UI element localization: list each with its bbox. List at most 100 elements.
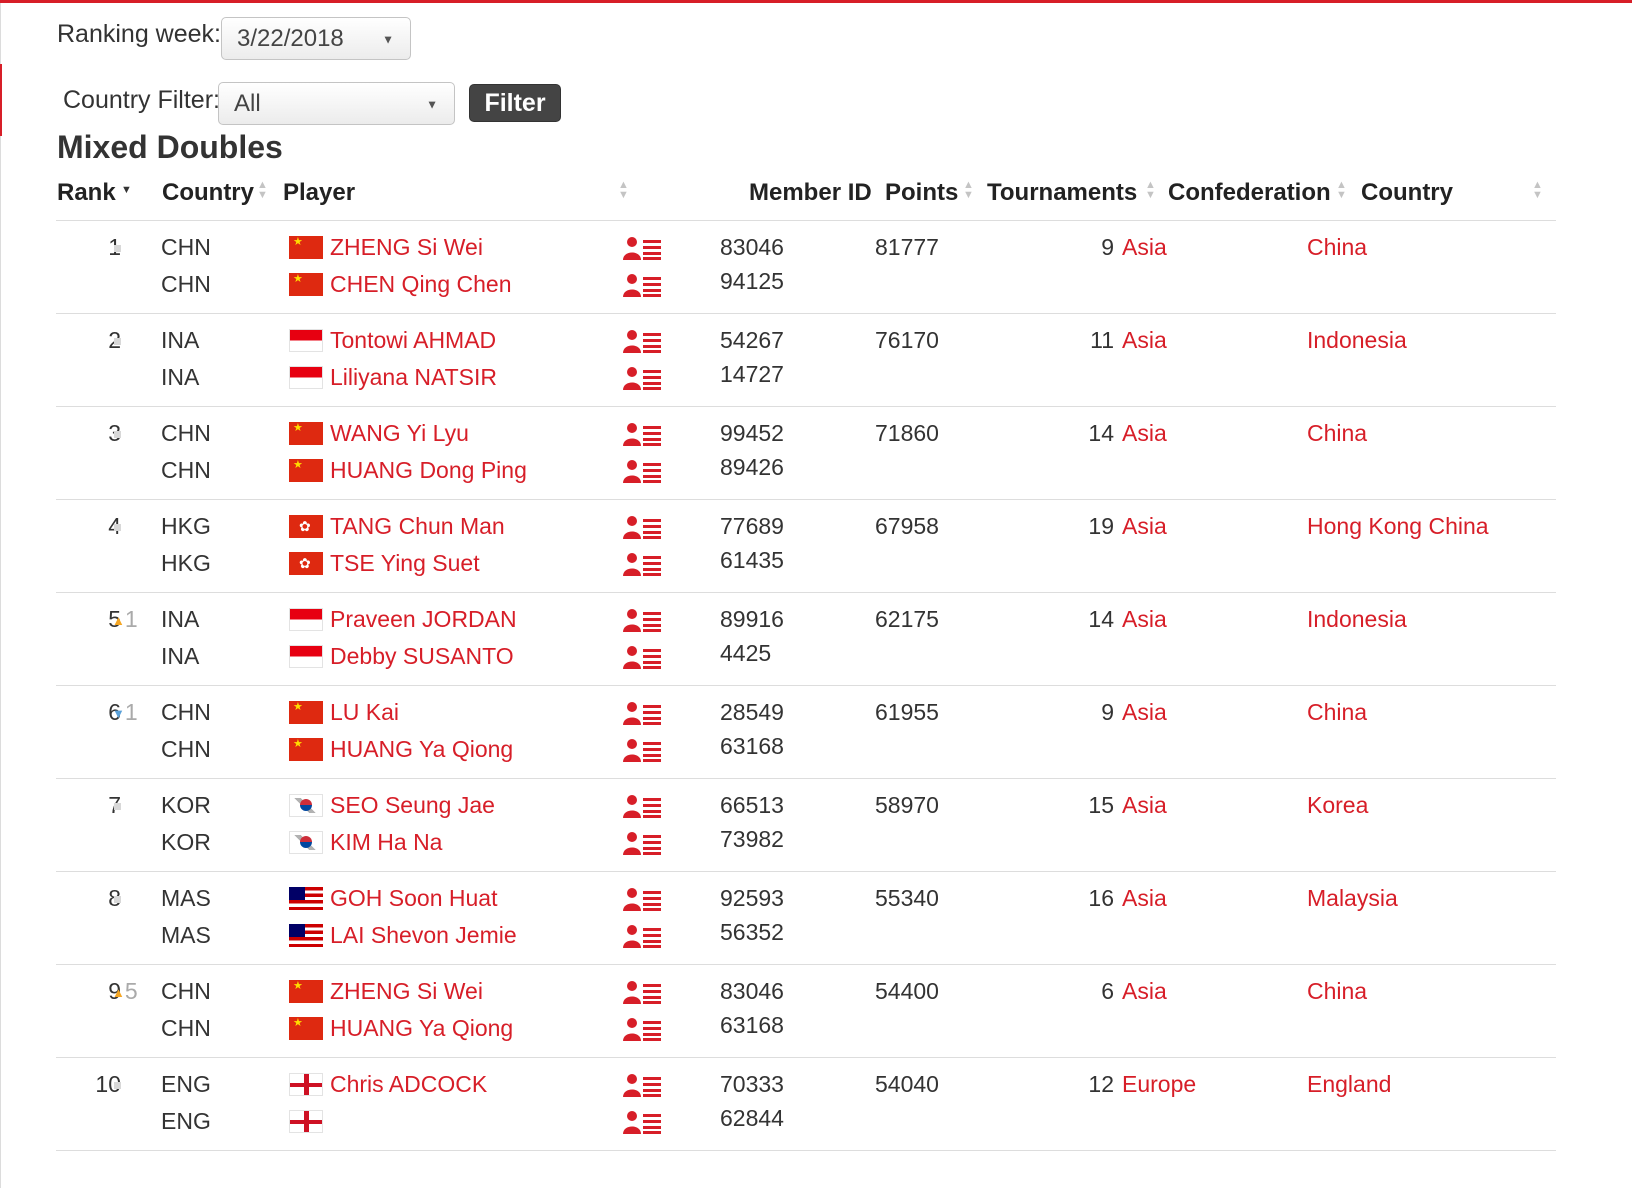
country-link[interactable]: Indonesia	[1307, 326, 1407, 354]
player-profile-icon[interactable]	[623, 1073, 661, 1097]
player-profile-icon[interactable]	[623, 329, 661, 353]
confederation-link[interactable]: Asia	[1122, 977, 1167, 1005]
country-link[interactable]: England	[1307, 1070, 1391, 1098]
player-name-link[interactable]: CHEN Qing Chen	[330, 270, 512, 298]
player-profile-icon[interactable]	[623, 273, 661, 297]
confederation-link[interactable]: Asia	[1122, 512, 1167, 540]
player-name-link[interactable]: LU Kai	[330, 698, 399, 726]
player-name-link[interactable]: Debby SUSANTO	[330, 642, 514, 670]
ranking-week-select[interactable]: 3/22/2018 ▼	[221, 17, 411, 60]
confederation-link[interactable]: Asia	[1122, 605, 1167, 633]
column-header-rank[interactable]: Rank	[57, 179, 116, 207]
tournaments-value: 14	[1088, 606, 1114, 632]
sort-icon[interactable]: ▲ ▼	[963, 180, 974, 201]
player-name-link[interactable]: Tontowi AHMAD	[330, 326, 496, 354]
ranking-week-label: Ranking week:	[57, 20, 221, 48]
confederation-link[interactable]: Europe	[1122, 1070, 1196, 1098]
rank-same-icon	[114, 524, 121, 532]
country-code: ENG	[161, 1071, 211, 1097]
player-profile-icon[interactable]	[623, 831, 661, 855]
player-name-link[interactable]: Chris ADCOCK	[330, 1070, 487, 1098]
kor-flag-icon	[289, 831, 323, 854]
sort-icon[interactable]: ▲ ▼	[257, 180, 268, 201]
points-value: 54040	[875, 1071, 939, 1097]
player-profile-icon[interactable]	[623, 422, 661, 446]
country-link[interactable]: China	[1307, 698, 1367, 726]
confederation-link[interactable]: Asia	[1122, 884, 1167, 912]
player-name-link[interactable]: GOH Soon Huat	[330, 884, 497, 912]
player-name-link[interactable]: TSE Ying Suet	[330, 549, 480, 577]
table-row: 9▲5CHNZHENG Si Wei83046CHNHUANG Ya Qiong…	[56, 964, 1556, 1058]
chn-flag-icon	[289, 459, 323, 482]
player-name-link[interactable]: SEO Seung Jae	[330, 791, 495, 819]
column-header-confederation[interactable]: Confederation	[1168, 179, 1331, 207]
player-name-link[interactable]: ZHENG Si Wei	[330, 233, 483, 261]
rank-movement	[112, 791, 121, 819]
player-profile-icon[interactable]	[623, 645, 661, 669]
player-name-link[interactable]: HUANG Dong Ping	[330, 456, 527, 484]
confederation-link[interactable]: Asia	[1122, 791, 1167, 819]
player-profile-icon[interactable]	[623, 552, 661, 576]
player-name-link[interactable]: Praveen JORDAN	[330, 605, 517, 633]
confederation-link[interactable]: Asia	[1122, 419, 1167, 447]
player-profile-icon[interactable]	[623, 515, 661, 539]
rank-movement	[112, 233, 121, 261]
confederation-link[interactable]: Asia	[1122, 326, 1167, 354]
country-link[interactable]: China	[1307, 419, 1367, 447]
country-link[interactable]: Korea	[1307, 791, 1368, 819]
player-profile-icon[interactable]	[623, 236, 661, 260]
rank-same-icon	[114, 803, 121, 811]
column-header-player[interactable]: Player	[283, 179, 355, 207]
table-row: 7KORSEO Seung Jae66513KORKIM Ha Na739825…	[56, 778, 1556, 872]
player-profile-icon[interactable]	[623, 459, 661, 483]
player-profile-icon[interactable]	[623, 1110, 661, 1134]
country-link[interactable]: China	[1307, 233, 1367, 261]
player-profile-icon[interactable]	[623, 366, 661, 390]
sort-icon[interactable]: ▲ ▼	[1145, 180, 1156, 201]
country-code: CHN	[161, 234, 211, 260]
player-name-link[interactable]: ZHENG Si Wei	[330, 977, 483, 1005]
player-profile-icon[interactable]	[623, 1017, 661, 1041]
player-name-link[interactable]: LAI Shevon Jemie	[330, 921, 517, 949]
sort-icon[interactable]: ▲ ▼	[1336, 180, 1347, 201]
player-name-link[interactable]: TANG Chun Man	[330, 512, 505, 540]
column-header-member-id[interactable]: Member ID	[749, 179, 872, 207]
column-header-points[interactable]: Points	[885, 179, 958, 207]
country-link[interactable]: Hong Kong China	[1307, 512, 1489, 540]
player-name-link[interactable]: HUANG Ya Qiong	[330, 1014, 513, 1042]
ina-flag-icon	[289, 645, 323, 668]
player-profile-icon[interactable]	[623, 980, 661, 1004]
player-profile-icon[interactable]	[623, 887, 661, 911]
column-header-country-name[interactable]: Country	[1361, 179, 1453, 207]
country-link[interactable]: Indonesia	[1307, 605, 1407, 633]
chevron-down-icon: ▼	[426, 97, 438, 112]
sort-icon[interactable]: ▲ ▼	[1532, 180, 1543, 201]
column-header-tournaments[interactable]: Tournaments	[987, 179, 1137, 207]
points-value: 58970	[875, 792, 939, 818]
column-header-country[interactable]: Country	[162, 179, 254, 207]
country-link[interactable]: Malaysia	[1307, 884, 1398, 912]
eng-flag-icon	[289, 1073, 323, 1096]
player-name-link[interactable]: KIM Ha Na	[330, 828, 442, 856]
member-id: 63168	[720, 733, 784, 759]
player-name-link[interactable]: WANG Yi Lyu	[330, 419, 469, 447]
player-name-link[interactable]: HUANG Ya Qiong	[330, 735, 513, 763]
confederation-link[interactable]: Asia	[1122, 233, 1167, 261]
sort-icon[interactable]: ▲ ▼	[618, 180, 629, 201]
player-profile-icon[interactable]	[623, 608, 661, 632]
member-id: 63168	[720, 1012, 784, 1038]
player-profile-icon[interactable]	[623, 701, 661, 725]
country-link[interactable]: China	[1307, 977, 1367, 1005]
chn-flag-icon	[289, 236, 323, 259]
player-name-link[interactable]: Liliyana NATSIR	[330, 363, 497, 391]
country-filter-select[interactable]: All ▼	[218, 82, 455, 125]
player-profile-icon[interactable]	[623, 924, 661, 948]
member-id: 62844	[720, 1105, 784, 1131]
filter-button[interactable]: Filter	[469, 84, 561, 122]
confederation-link[interactable]: Asia	[1122, 698, 1167, 726]
tournaments-value: 6	[1101, 978, 1114, 1004]
sort-desc-icon[interactable]: ▼	[121, 185, 132, 196]
rank-up-icon: ▲	[112, 984, 125, 1000]
player-profile-icon[interactable]	[623, 794, 661, 818]
player-profile-icon[interactable]	[623, 738, 661, 762]
